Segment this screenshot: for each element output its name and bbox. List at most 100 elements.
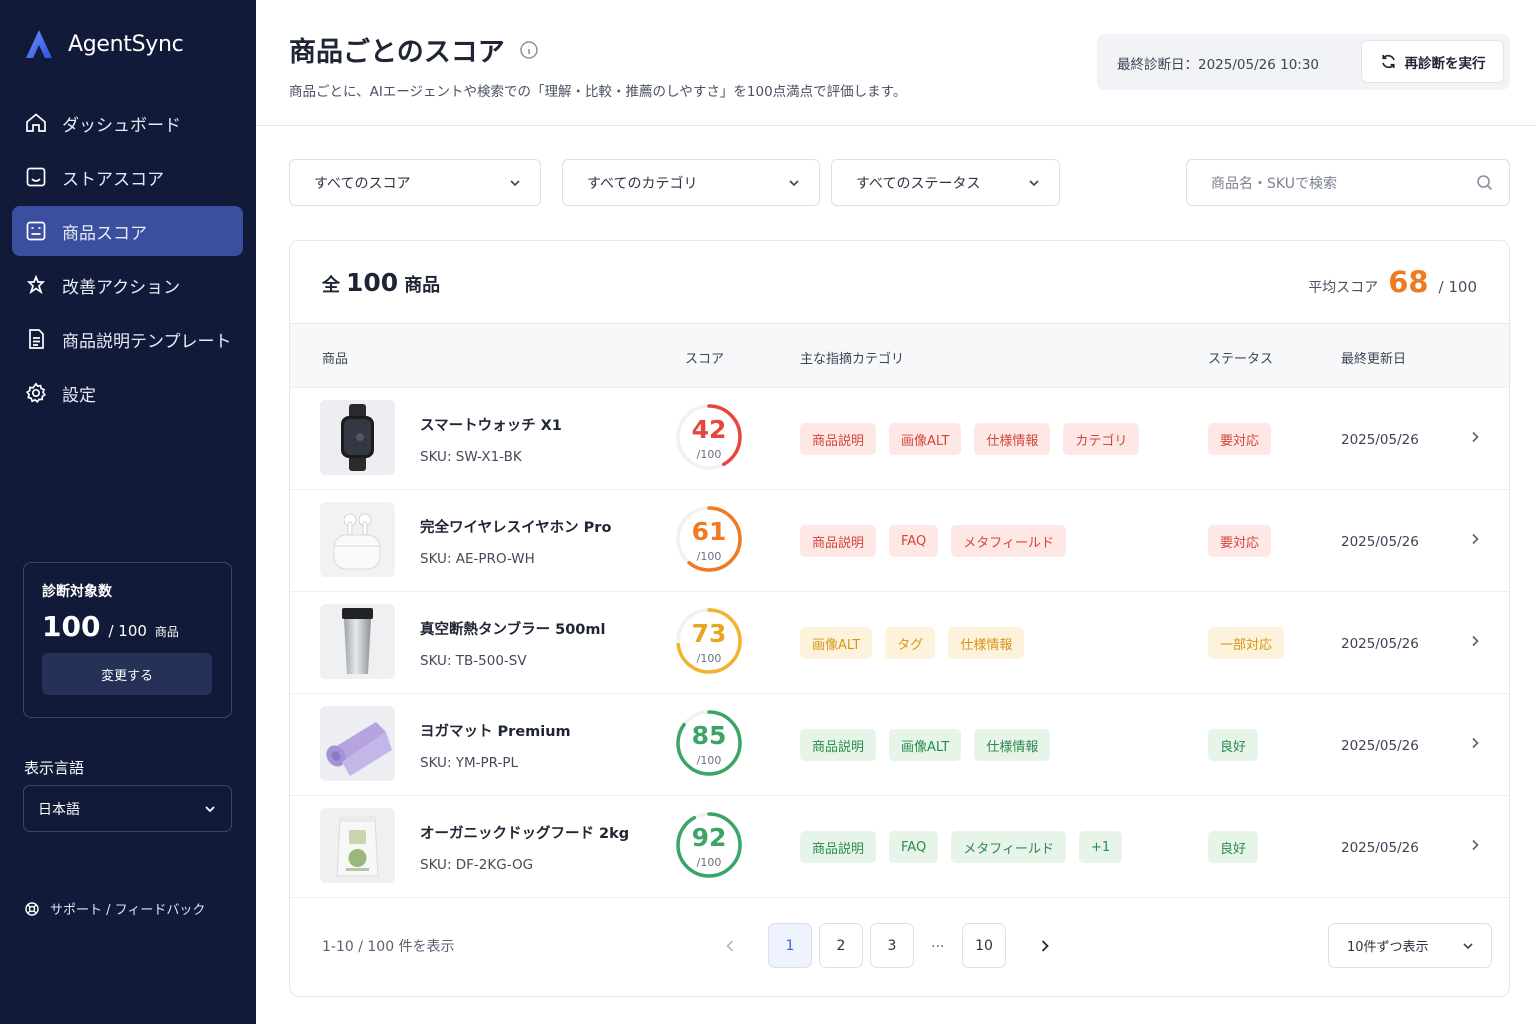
issue-tags: 画像ALT タグ 仕様情報 xyxy=(800,627,1025,659)
col-status: ステータス xyxy=(1208,352,1274,367)
page-subtitle: 商品ごとに、AIエージェントや検索での「理解・比較・推薦のしやすさ」を100点満… xyxy=(289,84,907,100)
product-name: オーガニックドッグフード 2kg xyxy=(420,826,630,842)
next-page-icon[interactable] xyxy=(1035,936,1055,956)
change-button[interactable]: 変更する xyxy=(42,653,212,695)
page-button-3[interactable]: 3 xyxy=(870,923,914,968)
sidebar-item-label: 商品スコア xyxy=(62,223,147,244)
table-row[interactable]: オーガニックドッグフード 2kg SKU: DF-2KG-OG 92 /100 … xyxy=(290,796,1509,898)
sidebar-item-template[interactable]: 商品説明テンプレート xyxy=(12,314,243,364)
status-filter-value: すべてのステータス xyxy=(856,175,981,192)
language-select[interactable]: 日本語 xyxy=(23,785,232,832)
store-score-icon xyxy=(26,167,46,187)
score-gauge: 73 /100 xyxy=(673,605,745,677)
status-badge: 良好 xyxy=(1208,729,1259,761)
total-prefix: 全 xyxy=(322,274,340,296)
product-name: 完全ワイヤレスイヤホン Pro xyxy=(420,520,612,536)
updated-date: 2025/05/26 xyxy=(1341,636,1419,652)
issue-tag: 画像ALT xyxy=(889,423,962,455)
chevron-right-icon[interactable] xyxy=(1468,532,1482,546)
table-row[interactable]: 完全ワイヤレスイヤホン Pro SKU: AE-PRO-WH 61 /100 商… xyxy=(290,490,1509,592)
product-score-icon xyxy=(26,221,46,241)
sidebar-item-dashboard[interactable]: ダッシュボード xyxy=(12,98,243,148)
page-button-1[interactable]: 1 xyxy=(768,923,812,968)
issue-tag: カテゴリ xyxy=(1063,423,1140,455)
page-button-10[interactable]: 10 xyxy=(962,923,1006,968)
prev-page-icon[interactable] xyxy=(720,936,740,956)
col-product: 商品 xyxy=(322,352,349,367)
table-row[interactable]: ヨガマット Premium SKU: YM-PR-PL 85 /100 商品説明… xyxy=(290,694,1509,796)
product-name: ヨガマット Premium xyxy=(420,724,571,740)
diagnosis-target-card: 診断対象数 100 / 100 商品 変更する xyxy=(23,562,232,718)
rerun-diagnosis-button[interactable]: 再診断を実行 xyxy=(1361,40,1504,83)
language-label: 表示言語 xyxy=(24,759,85,777)
issue-tag: タグ xyxy=(885,627,936,659)
per-page-value: 10件ずつ表示 xyxy=(1347,940,1429,955)
sidebar-item-label: 改善アクション xyxy=(62,277,181,298)
product-sku: SKU: DF-2KG-OG xyxy=(420,857,534,873)
card-count: 100 / 100 商品 xyxy=(42,610,213,643)
total-count: 全 100 商品 xyxy=(322,268,440,297)
chevron-right-icon[interactable] xyxy=(1468,634,1482,648)
logo-icon xyxy=(26,30,52,58)
info-icon[interactable] xyxy=(519,40,539,60)
score-max: /100 xyxy=(696,550,722,563)
average-score: 平均スコア 68 / 100 xyxy=(1308,265,1477,299)
issue-tag: 商品説明 xyxy=(800,423,877,455)
sidebar-item-label: 設定 xyxy=(62,385,96,406)
total-value: 100 xyxy=(346,267,399,297)
col-updated: 最終更新日 xyxy=(1341,352,1407,367)
chevron-right-icon[interactable] xyxy=(1468,838,1482,852)
rerun-label: 再診断を実行 xyxy=(1404,55,1486,72)
page-button-2[interactable]: 2 xyxy=(819,923,863,968)
main-content: 商品ごとのスコア 商品ごとに、AIエージェントや検索での「理解・比較・推薦のしや… xyxy=(256,0,1536,1024)
card-title: 診断対象数 xyxy=(42,584,112,600)
avg-of: / 100 xyxy=(1438,278,1477,296)
product-image-yoga-mat xyxy=(320,706,395,781)
product-sku: SKU: YM-PR-PL xyxy=(420,755,519,771)
score-filter-value: すべてのスコア xyxy=(314,175,411,192)
score-filter[interactable]: すべてのスコア xyxy=(289,159,541,206)
table-row[interactable]: スマートウォッチ X1 SKU: SW-X1-BK 42 /100 商品説明 画… xyxy=(290,388,1509,490)
score-gauge: 92 /100 xyxy=(673,809,745,881)
product-sku: SKU: AE-PRO-WH xyxy=(420,551,535,567)
improvement-icon xyxy=(26,274,46,295)
support-link[interactable]: サポート / フィードバック xyxy=(24,899,205,918)
category-filter[interactable]: すべてのカテゴリ xyxy=(562,159,820,206)
issue-tags: 商品説明 FAQ メタフィールド +1 xyxy=(800,831,1123,863)
table-row[interactable]: 真空断熱タンブラー 500ml SKU: TB-500-SV 73 /100 画… xyxy=(290,592,1509,694)
status-filter[interactable]: すべてのステータス xyxy=(831,159,1060,206)
status-badge: 要対応 xyxy=(1208,423,1272,455)
status-badge: 一部対応 xyxy=(1208,627,1285,659)
card-count-value: 100 xyxy=(42,610,101,643)
col-category: 主な指摘カテゴリ xyxy=(800,352,905,367)
per-page-select[interactable]: 10件ずつ表示 xyxy=(1328,923,1492,968)
sidebar-item-improvement[interactable]: 改善アクション xyxy=(12,260,243,310)
issue-tags: 商品説明 FAQ メタフィールド xyxy=(800,525,1066,557)
chevron-down-icon xyxy=(789,179,799,186)
score-gauge: 42 /100 xyxy=(673,401,745,473)
chevron-right-icon[interactable] xyxy=(1468,736,1482,750)
app-logo[interactable]: AgentSync xyxy=(24,28,184,60)
sidebar-item-store-score[interactable]: ストアスコア xyxy=(12,152,243,202)
sidebar-item-product-score[interactable]: 商品スコア xyxy=(12,206,243,256)
issue-tag: 商品説明 xyxy=(800,729,877,761)
support-label: サポート / フィードバック xyxy=(50,903,206,918)
table-header: 商品 スコア 主な指摘カテゴリ ステータス 最終更新日 xyxy=(290,324,1509,388)
status-badge: 良好 xyxy=(1208,831,1259,863)
score-value: 73 xyxy=(691,619,727,648)
issue-tag: FAQ xyxy=(889,831,939,863)
page-title: 商品ごとのスコア xyxy=(289,30,539,69)
issue-tag: 仕様情報 xyxy=(948,627,1025,659)
issue-tag: 仕様情報 xyxy=(974,423,1051,455)
issue-tag: 商品説明 xyxy=(800,831,877,863)
diagnosis-box: 最終診断日：2025/05/26 10:30 再診断を実行 xyxy=(1097,34,1510,90)
search-input[interactable]: 商品名・SKUで検索 xyxy=(1186,159,1510,206)
sidebar-item-label: ダッシュボード xyxy=(62,115,181,136)
chevron-down-icon xyxy=(1029,179,1039,186)
gear-icon xyxy=(25,382,47,404)
sidebar-item-settings[interactable]: 設定 xyxy=(12,368,243,418)
category-filter-value: すべてのカテゴリ xyxy=(587,175,698,192)
more-tags-badge[interactable]: +1 xyxy=(1078,831,1123,863)
chevron-right-icon[interactable] xyxy=(1468,430,1482,444)
avg-value: 68 xyxy=(1388,265,1429,299)
